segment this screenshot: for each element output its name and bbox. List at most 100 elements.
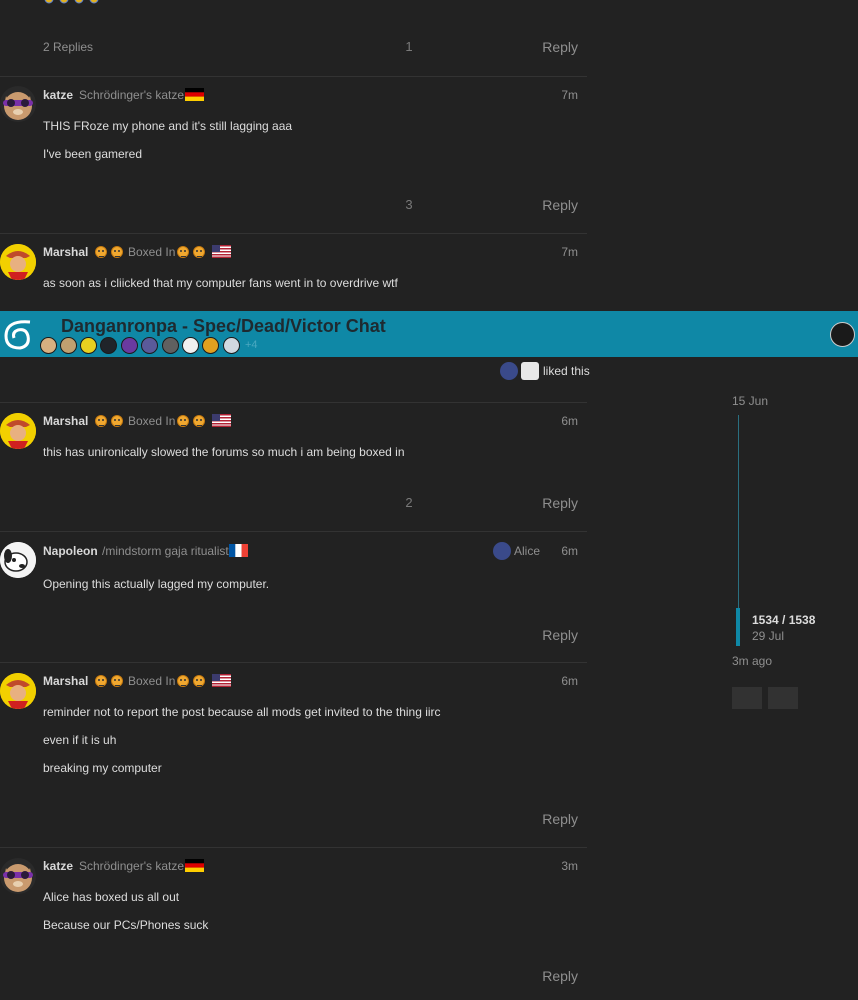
cat-emoji-icon: [177, 675, 189, 687]
cowboy-avatar-icon: [0, 413, 36, 449]
username[interactable]: Marshal: [43, 674, 88, 688]
avatar[interactable]: [0, 86, 36, 122]
timeline-last-activity[interactable]: 3m ago: [732, 654, 772, 668]
post-text: as soon as i cliicked that my computer f…: [43, 276, 398, 290]
usa-flag-icon: [212, 674, 231, 687]
chat-title[interactable]: Danganronpa - Spec/Dead/Victor Chat: [61, 316, 386, 337]
cat-emoji-icon: [177, 415, 189, 427]
username[interactable]: katze: [43, 88, 73, 102]
reply-button[interactable]: Reply: [520, 627, 578, 643]
avatar[interactable]: [0, 244, 36, 280]
reply-button[interactable]: Reply: [520, 39, 578, 55]
post-time[interactable]: 6m: [540, 674, 578, 688]
username[interactable]: Marshal: [43, 414, 88, 428]
cat-emoji-icon: [111, 675, 123, 687]
swirl-logo-icon: [4, 320, 31, 350]
reply-button[interactable]: Reply: [520, 495, 578, 511]
post-divider: [0, 233, 587, 234]
timeline-button[interactable]: [768, 687, 798, 709]
post-divider: [0, 76, 587, 77]
reply-to-username[interactable]: Alice: [514, 544, 540, 558]
cowboy-avatar-icon: [0, 673, 36, 709]
liked-this-text: liked this: [543, 364, 590, 378]
user-avatar[interactable]: [830, 322, 855, 347]
member-avatar[interactable]: [182, 337, 199, 354]
timeline-date: 29 Jul: [752, 629, 785, 643]
post-divider: [0, 402, 587, 403]
germany-flag-icon: [185, 859, 204, 872]
user-title: /mindstorm gaja ritualist: [102, 544, 229, 558]
cat-emoji-icon: [95, 246, 107, 258]
post-divider: [0, 662, 587, 663]
cat-emoji-icon: [111, 246, 123, 258]
timeline-start-date[interactable]: 15 Jun: [732, 394, 768, 408]
user-title: Boxed In: [128, 674, 176, 688]
post-text: Alice has boxed us all out: [43, 890, 180, 904]
timeline-handle[interactable]: [736, 608, 740, 646]
france-flag-icon: [229, 544, 248, 557]
member-avatar[interactable]: [223, 337, 240, 354]
cat-emoji-icon: [111, 415, 123, 427]
post-text: THIS FRoze my phone and it's still laggi…: [43, 119, 293, 133]
user-title: Schrödinger's katze: [79, 859, 185, 873]
reply-button[interactable]: Reply: [520, 968, 578, 984]
post-text: I've been gamered: [43, 147, 143, 161]
username[interactable]: katze: [43, 859, 73, 873]
member-avatar[interactable]: [100, 337, 117, 354]
user-title: Boxed In: [128, 414, 176, 428]
like-count[interactable]: 1: [400, 39, 418, 54]
usa-flag-icon: [212, 245, 231, 258]
username[interactable]: Marshal: [43, 245, 88, 259]
cat-emoji-icon: [95, 675, 107, 687]
dog-avatar-icon: [0, 542, 36, 578]
timeline-button[interactable]: [732, 687, 762, 709]
post-time[interactable]: 7m: [540, 88, 578, 102]
post-time[interactable]: 7m: [540, 245, 578, 259]
user-title: Boxed In: [128, 245, 176, 259]
liker-avatar[interactable]: [500, 362, 518, 380]
username[interactable]: Napoleon: [43, 544, 98, 558]
cat-emoji-icon: [193, 415, 205, 427]
cat-emoji-icon: [95, 415, 107, 427]
chat-banner[interactable]: Danganronpa - Spec/Dead/Victor Chat +4: [0, 311, 858, 357]
post-time[interactable]: 6m: [540, 544, 578, 558]
post-divider: [0, 531, 587, 532]
member-avatar[interactable]: [202, 337, 219, 354]
reaction-emoji-icons: [44, 0, 99, 4]
timeline-track[interactable]: [738, 415, 739, 610]
replies-count[interactable]: 2 Replies: [43, 40, 93, 54]
member-avatar[interactable]: [162, 337, 179, 354]
member-avatar[interactable]: [80, 337, 97, 354]
like-count[interactable]: 2: [400, 495, 418, 510]
timeline-position: 1534 / 1538: [752, 613, 816, 627]
member-avatar[interactable]: [40, 337, 57, 354]
avatar[interactable]: [0, 673, 36, 709]
user-title: Schrödinger's katze: [79, 88, 185, 102]
reply-button[interactable]: Reply: [520, 197, 578, 213]
liker-avatar[interactable]: [521, 362, 539, 380]
member-avatar[interactable]: [141, 337, 158, 354]
post-divider: [0, 847, 587, 848]
avatar[interactable]: [0, 858, 36, 894]
usa-flag-icon: [212, 414, 231, 427]
avatar[interactable]: [0, 413, 36, 449]
post-text: reminder not to report the post because …: [43, 705, 441, 719]
reply-to-avatar[interactable]: [493, 542, 511, 560]
cat-emoji-icon: [193, 246, 205, 258]
post-time[interactable]: 3m: [540, 859, 578, 873]
cowboy-avatar-icon: [0, 244, 36, 280]
member-avatar[interactable]: [60, 337, 77, 354]
post-time[interactable]: 6m: [540, 414, 578, 428]
post-text: even if it is uh: [43, 733, 117, 747]
extra-members-count[interactable]: +4: [245, 339, 258, 351]
reply-button[interactable]: Reply: [520, 811, 578, 827]
cat-emoji-icon: [193, 675, 205, 687]
germany-flag-icon: [185, 88, 204, 101]
avatar[interactable]: [0, 542, 36, 578]
post-text: Opening this actually lagged my computer…: [43, 577, 270, 591]
like-count[interactable]: 3: [400, 197, 418, 212]
post-text: breaking my computer: [43, 761, 162, 775]
cat-avatar-icon: [3, 864, 33, 892]
reaction-strip: [43, 0, 105, 4]
member-avatar[interactable]: [121, 337, 138, 354]
